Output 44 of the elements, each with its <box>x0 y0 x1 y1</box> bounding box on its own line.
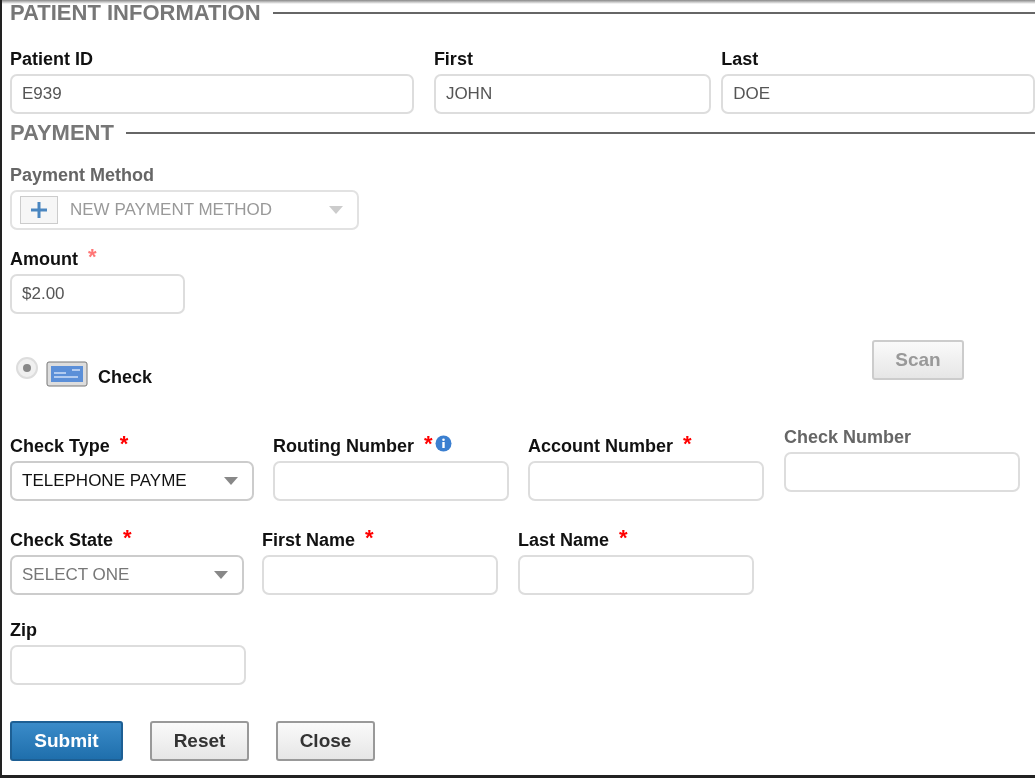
form-field[interactable] <box>518 555 754 595</box>
section-heading: PATIENT INFORMATION <box>10 0 261 26</box>
field-label: First <box>433 48 473 70</box>
form-button[interactable]: Reset <box>150 721 249 761</box>
required-asterisk: * <box>119 433 129 455</box>
plus-icon <box>20 196 58 224</box>
form-dropdown[interactable]: SELECT ONE <box>10 555 244 595</box>
form-field[interactable] <box>262 555 498 595</box>
caret-icon <box>214 571 228 579</box>
required-asterisk: * <box>424 433 433 455</box>
field-label: Check Type <box>10 435 110 457</box>
field-label: Routing Number <box>273 435 414 457</box>
field-label: Account Number <box>528 435 673 457</box>
form-field[interactable] <box>273 461 509 501</box>
field-label: Payment Method <box>10 164 155 186</box>
field-label: Amount <box>10 248 78 270</box>
check-label: Check <box>98 366 153 388</box>
field-label: Check Number <box>784 426 912 448</box>
field-label: Last Name <box>518 529 610 551</box>
form-field[interactable]: $2.00 <box>10 274 185 314</box>
section-heading: PAYMENT <box>10 120 114 146</box>
form-field[interactable]: DOE <box>721 74 1035 114</box>
check-card-icon <box>46 361 88 387</box>
field-label: First Name <box>262 529 356 551</box>
form-button[interactable]: Submit <box>10 721 123 761</box>
caret-icon <box>224 477 238 485</box>
dropdown-value: SELECT ONE <box>22 565 131 585</box>
required-asterisk: * <box>365 527 374 549</box>
required-asterisk: * <box>619 527 628 549</box>
required-asterisk: * <box>123 527 132 549</box>
form-field[interactable]: JOHN <box>433 74 712 114</box>
required-asterisk: * <box>683 433 692 455</box>
required-asterisk: * <box>88 246 97 268</box>
field-label: Patient ID <box>10 48 93 70</box>
form-field[interactable] <box>10 645 246 685</box>
field-label: Last <box>721 48 759 70</box>
field-label: Check State <box>10 529 114 551</box>
form-dropdown[interactable]: TELEPHONE PAYME <box>10 461 254 501</box>
field-label: Zip <box>10 619 37 641</box>
caret-icon <box>329 206 343 214</box>
dropdown-value: TELEPHONE PAYME <box>22 471 188 491</box>
form-field[interactable] <box>528 461 764 501</box>
form-field[interactable]: E939 <box>10 74 414 114</box>
form-button[interactable]: Close <box>276 721 375 761</box>
